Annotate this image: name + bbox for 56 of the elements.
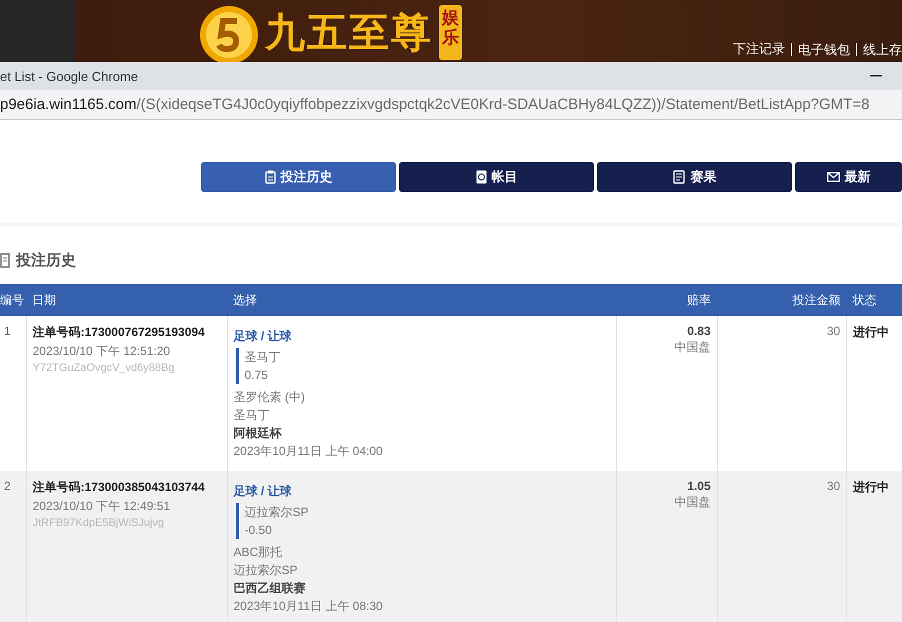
market-label: 足球 / 让球	[234, 483, 293, 500]
league-name: 阿根廷杯	[234, 425, 283, 442]
header-link[interactable]: 线上存	[856, 42, 902, 56]
handicap-line: 0.75	[244, 367, 269, 384]
url-text: p9e6ia.win1165.com/(S(xideqseTG4J0c0yqiyffobpezzixvgdspctqk2cVE0Krd-SDAUaCBHy84LQZZ))/Statement/BetListApp?GMT=8	[0, 96, 870, 113]
column-header: 选择	[227, 284, 617, 316]
away-team: 迈拉索尔SP	[234, 562, 299, 579]
odds-type: 中国盘	[674, 339, 711, 356]
bet-status: 进行中	[853, 325, 890, 339]
logo-title: 九五至尊	[265, 10, 433, 57]
away-team: 圣马丁	[234, 407, 270, 424]
row-number: 2	[4, 479, 11, 493]
column-header: 编号	[0, 284, 26, 316]
stake-amount: 30	[826, 479, 840, 493]
column-header: 投注金额	[717, 284, 847, 316]
logo-badge: 娱乐	[439, 5, 462, 60]
mail-icon	[826, 172, 840, 182]
document-icon	[0, 252, 10, 268]
coin-logo-icon	[199, 5, 259, 62]
header-link[interactable]: 下注记录	[733, 40, 785, 58]
home-team: 圣罗伦素 (中)	[234, 389, 306, 406]
section-title: 投注历史	[16, 250, 76, 270]
placed-time: 2023/10/10 下午 12:51:20	[32, 343, 172, 360]
address-bar[interactable]: p9e6ia.win1165.com/(S(xideqseTG4J0c0yqiyffobpezzixvgdspctqk2cVE0Krd-SDAUaCBHy84LQZZ))/Statement/BetListApp?GMT=8	[0, 90, 902, 120]
header-link[interactable]: 电子钱包	[791, 42, 850, 56]
odds-value: 1.05	[686, 479, 711, 493]
reference-code: JtRFB97KdpE5BjWiSJujvg	[32, 517, 166, 529]
kickoff-time: 2023年10月11日 上午 04:00	[234, 443, 384, 460]
pick-team: 圣马丁	[244, 349, 282, 366]
kickoff-time: 2023年10月11日 上午 08:30	[234, 598, 384, 615]
ticket-number: 注单号码:173000385043103744	[32, 479, 206, 496]
odds-value: 0.83	[686, 324, 711, 338]
league-name: 巴西乙组联赛	[234, 580, 306, 597]
handicap-line: -0.50	[244, 522, 273, 539]
pick-team: 迈拉索尔SP	[244, 504, 310, 521]
nav-tab[interactable]: 投注历史	[201, 162, 396, 192]
column-header: 日期	[26, 284, 227, 316]
window-title: et List - Google Chrome	[0, 68, 138, 84]
document-icon	[672, 170, 686, 184]
ledger-icon	[476, 170, 486, 184]
clipboard-icon	[264, 170, 276, 184]
home-team: ABC那托	[234, 544, 284, 561]
nav-tab[interactable]: 最新	[795, 162, 902, 192]
row-number: 1	[4, 324, 11, 338]
stake-amount: 30	[826, 324, 840, 338]
market-label: 足球 / 让球	[234, 328, 293, 345]
column-header: 赔率	[616, 284, 718, 316]
nav-tab[interactable]: 赛果	[597, 162, 792, 192]
ticket-number: 注单号码:173000767295193094	[32, 324, 206, 341]
odds-type: 中国盘	[674, 494, 711, 511]
bet-status: 进行中	[853, 480, 890, 494]
nav-tab[interactable]: 帐目	[399, 162, 594, 192]
placed-time: 2023/10/10 下午 12:49:51	[32, 498, 172, 515]
reference-code: Y72TGuZaOvgcV_vd6y88Bg	[32, 362, 176, 374]
minimize-icon[interactable]	[870, 75, 882, 77]
column-header: 状态	[846, 284, 902, 316]
